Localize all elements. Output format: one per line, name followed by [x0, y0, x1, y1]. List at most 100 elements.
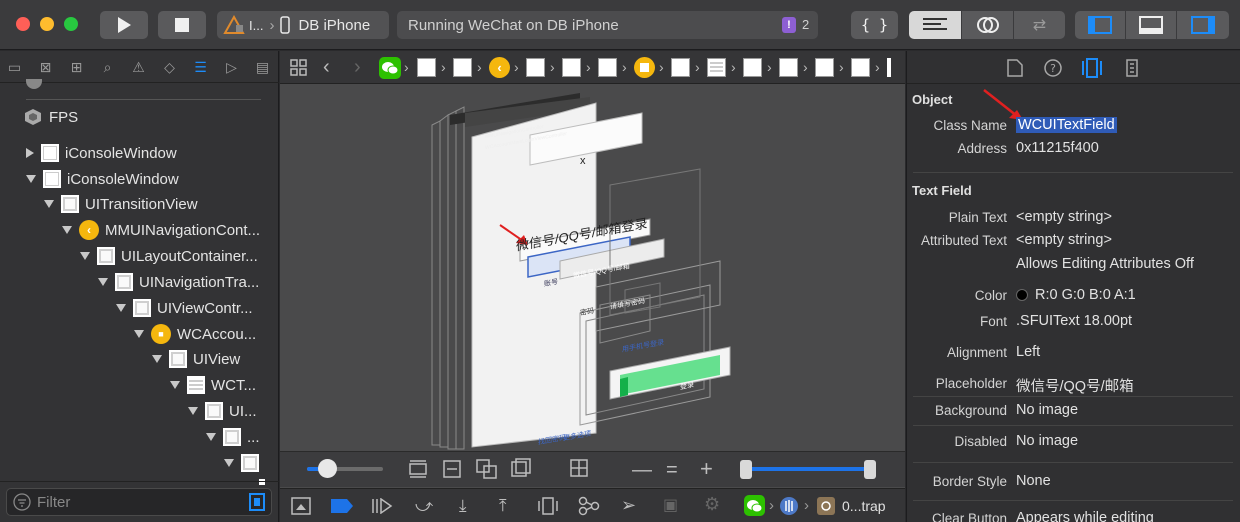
- address-value[interactable]: 0x11215f400: [1016, 140, 1099, 156]
- clipping-icon[interactable]: [409, 460, 427, 478]
- hide-debug-area-icon[interactable]: [291, 497, 311, 515]
- class-name-value[interactable]: WCUITextField: [1016, 117, 1117, 133]
- view-crumb-icon[interactable]: [815, 58, 834, 77]
- filter-field[interactable]: Filter: [6, 488, 272, 516]
- tree-row-mmuinavigationcontroller[interactable]: ‹ MMUINavigationCont...: [62, 217, 260, 243]
- view-crumb-icon[interactable]: [779, 58, 798, 77]
- disclosure-down-icon[interactable]: [44, 200, 54, 208]
- process-label[interactable]: 0...trap: [842, 498, 886, 514]
- tree-row-uilayoutcontainer[interactable]: UILayoutContainer...: [80, 243, 258, 269]
- disclosure-down-icon[interactable]: [116, 304, 126, 312]
- tree-row-fps[interactable]: FPS: [24, 104, 78, 130]
- window-crumb-icon[interactable]: [417, 58, 436, 77]
- thread-icon[interactable]: [779, 496, 799, 516]
- view-crumb-icon[interactable]: [743, 58, 762, 77]
- view-crumb-icon[interactable]: [562, 58, 581, 77]
- stop-button[interactable]: [158, 11, 206, 39]
- navcontroller-crumb-icon[interactable]: ‹: [489, 57, 510, 78]
- memory-graph-icon[interactable]: [578, 496, 600, 516]
- orient-icon[interactable]: [570, 459, 590, 479]
- class-name-selected-text[interactable]: WCUITextField: [1016, 117, 1117, 133]
- tree-row-leaf[interactable]: [224, 450, 265, 476]
- test-icon[interactable]: ◇: [161, 59, 178, 75]
- disabled-value[interactable]: No image: [1016, 433, 1078, 449]
- zoom-window-button[interactable]: [64, 17, 78, 31]
- zoom-actual-icon[interactable]: =: [666, 459, 678, 482]
- scheme-selector[interactable]: I... › DB iPhone: [217, 11, 389, 39]
- toggle-debug-area-button[interactable]: [1126, 11, 1177, 39]
- disclosure-down-icon[interactable]: [134, 330, 144, 338]
- minimize-window-button[interactable]: [40, 17, 54, 31]
- constraints-icon[interactable]: [476, 459, 498, 479]
- font-value[interactable]: .SFUIText 18.00pt: [1016, 313, 1132, 329]
- range-slider-min-handle[interactable]: [740, 460, 752, 479]
- view-crumb-icon[interactable]: [453, 58, 472, 77]
- view-crumb-icon[interactable]: [526, 58, 545, 77]
- attributed-text-value[interactable]: <empty string>: [1016, 232, 1112, 248]
- zoom-out-icon[interactable]: —: [632, 459, 652, 482]
- warning-badge-icon[interactable]: !: [782, 17, 796, 33]
- debug-icon[interactable]: ☰: [192, 59, 209, 75]
- run-button[interactable]: [100, 11, 148, 39]
- range-slider-max-handle[interactable]: [864, 460, 876, 479]
- disclosure-down-icon[interactable]: [152, 355, 162, 363]
- grid-icon[interactable]: [290, 59, 308, 77]
- disclosure-down-icon[interactable]: [224, 459, 234, 467]
- symbol-icon[interactable]: ⊞: [68, 59, 85, 75]
- view-crumb-icon[interactable]: [671, 58, 690, 77]
- help-icon[interactable]: ?: [1044, 59, 1062, 77]
- frame-icon[interactable]: [443, 460, 461, 478]
- wechat-app-icon[interactable]: [379, 57, 401, 79]
- camera-icon[interactable]: ▣: [663, 495, 678, 515]
- tree-row-ellipsis[interactable]: ...: [206, 424, 260, 450]
- disclosure-down-icon[interactable]: [188, 407, 198, 415]
- forward-arrow-icon[interactable]: ›: [354, 56, 361, 79]
- gear-icon[interactable]: ⚙: [704, 494, 720, 515]
- exploded-view-canvas[interactable]: MMUINavigationController WCAccountMainLo…: [280, 85, 905, 501]
- continue-icon[interactable]: [371, 498, 393, 514]
- warning-icon[interactable]: ⚠: [130, 59, 147, 75]
- background-value[interactable]: No image: [1016, 402, 1078, 418]
- size-inspector-icon[interactable]: [1126, 59, 1138, 77]
- clear-button-value[interactable]: Appears while editing: [1016, 510, 1154, 522]
- file-icon[interactable]: [1007, 59, 1023, 77]
- spacing-slider-knob[interactable]: [318, 459, 337, 478]
- debug-view-hierarchy-icon[interactable]: [538, 497, 558, 515]
- tree-row-wcaccount[interactable]: ■ WCAccou...: [134, 321, 256, 347]
- step-into-icon[interactable]: ⤓: [459, 496, 467, 516]
- placeholder-value[interactable]: 微信号/QQ号/邮箱: [1016, 375, 1134, 396]
- close-window-button[interactable]: [16, 17, 30, 31]
- search-icon[interactable]: ⌕: [99, 59, 116, 75]
- toggle-navigator-button[interactable]: [1075, 11, 1126, 39]
- tree-row-uinavigationtransition[interactable]: UINavigationTra...: [98, 269, 259, 295]
- color-value[interactable]: R:0 G:0 B:0 A:1: [1016, 287, 1136, 303]
- step-over-icon[interactable]: ⤻: [415, 496, 433, 516]
- breakpoint-icon[interactable]: ▷: [223, 59, 240, 75]
- tree-row-ui[interactable]: UI...: [188, 398, 257, 424]
- view-crumb-icon[interactable]: [887, 58, 891, 77]
- viewcontroller-crumb-icon[interactable]: [634, 57, 655, 78]
- stack-frame-icon[interactable]: [817, 497, 835, 515]
- folder-icon[interactable]: ▭: [6, 59, 23, 75]
- wechat-process-icon[interactable]: [744, 495, 765, 516]
- tree-row-uiview[interactable]: UIView: [152, 346, 240, 372]
- location-icon[interactable]: ➢: [621, 495, 636, 516]
- report-icon[interactable]: ▤: [254, 59, 271, 75]
- disclosure-down-icon[interactable]: [98, 278, 108, 286]
- tree-row-iconsolewindow-2[interactable]: iConsoleWindow: [26, 166, 179, 192]
- disclosure-down-icon[interactable]: [206, 433, 216, 441]
- disclosure-down-icon[interactable]: [62, 226, 72, 234]
- breakpoint-icon[interactable]: [331, 499, 353, 513]
- allows-editing-value[interactable]: Allows Editing Attributes Off: [1016, 256, 1194, 272]
- assistant-editor-button[interactable]: [962, 11, 1014, 39]
- disclosure-down-icon[interactable]: [170, 381, 180, 389]
- disclosure-down-icon[interactable]: [26, 175, 36, 183]
- tree-row-wct[interactable]: WCT...: [170, 372, 256, 398]
- version-editor-button[interactable]: ⇄: [1014, 11, 1065, 39]
- views-icon[interactable]: [511, 458, 533, 478]
- disclosure-right-icon[interactable]: [26, 148, 34, 158]
- alignment-value[interactable]: Left: [1016, 344, 1040, 360]
- view-crumb-icon[interactable]: [598, 58, 617, 77]
- library-button[interactable]: { }: [851, 11, 898, 39]
- filter-scope-icon[interactable]: [249, 493, 265, 511]
